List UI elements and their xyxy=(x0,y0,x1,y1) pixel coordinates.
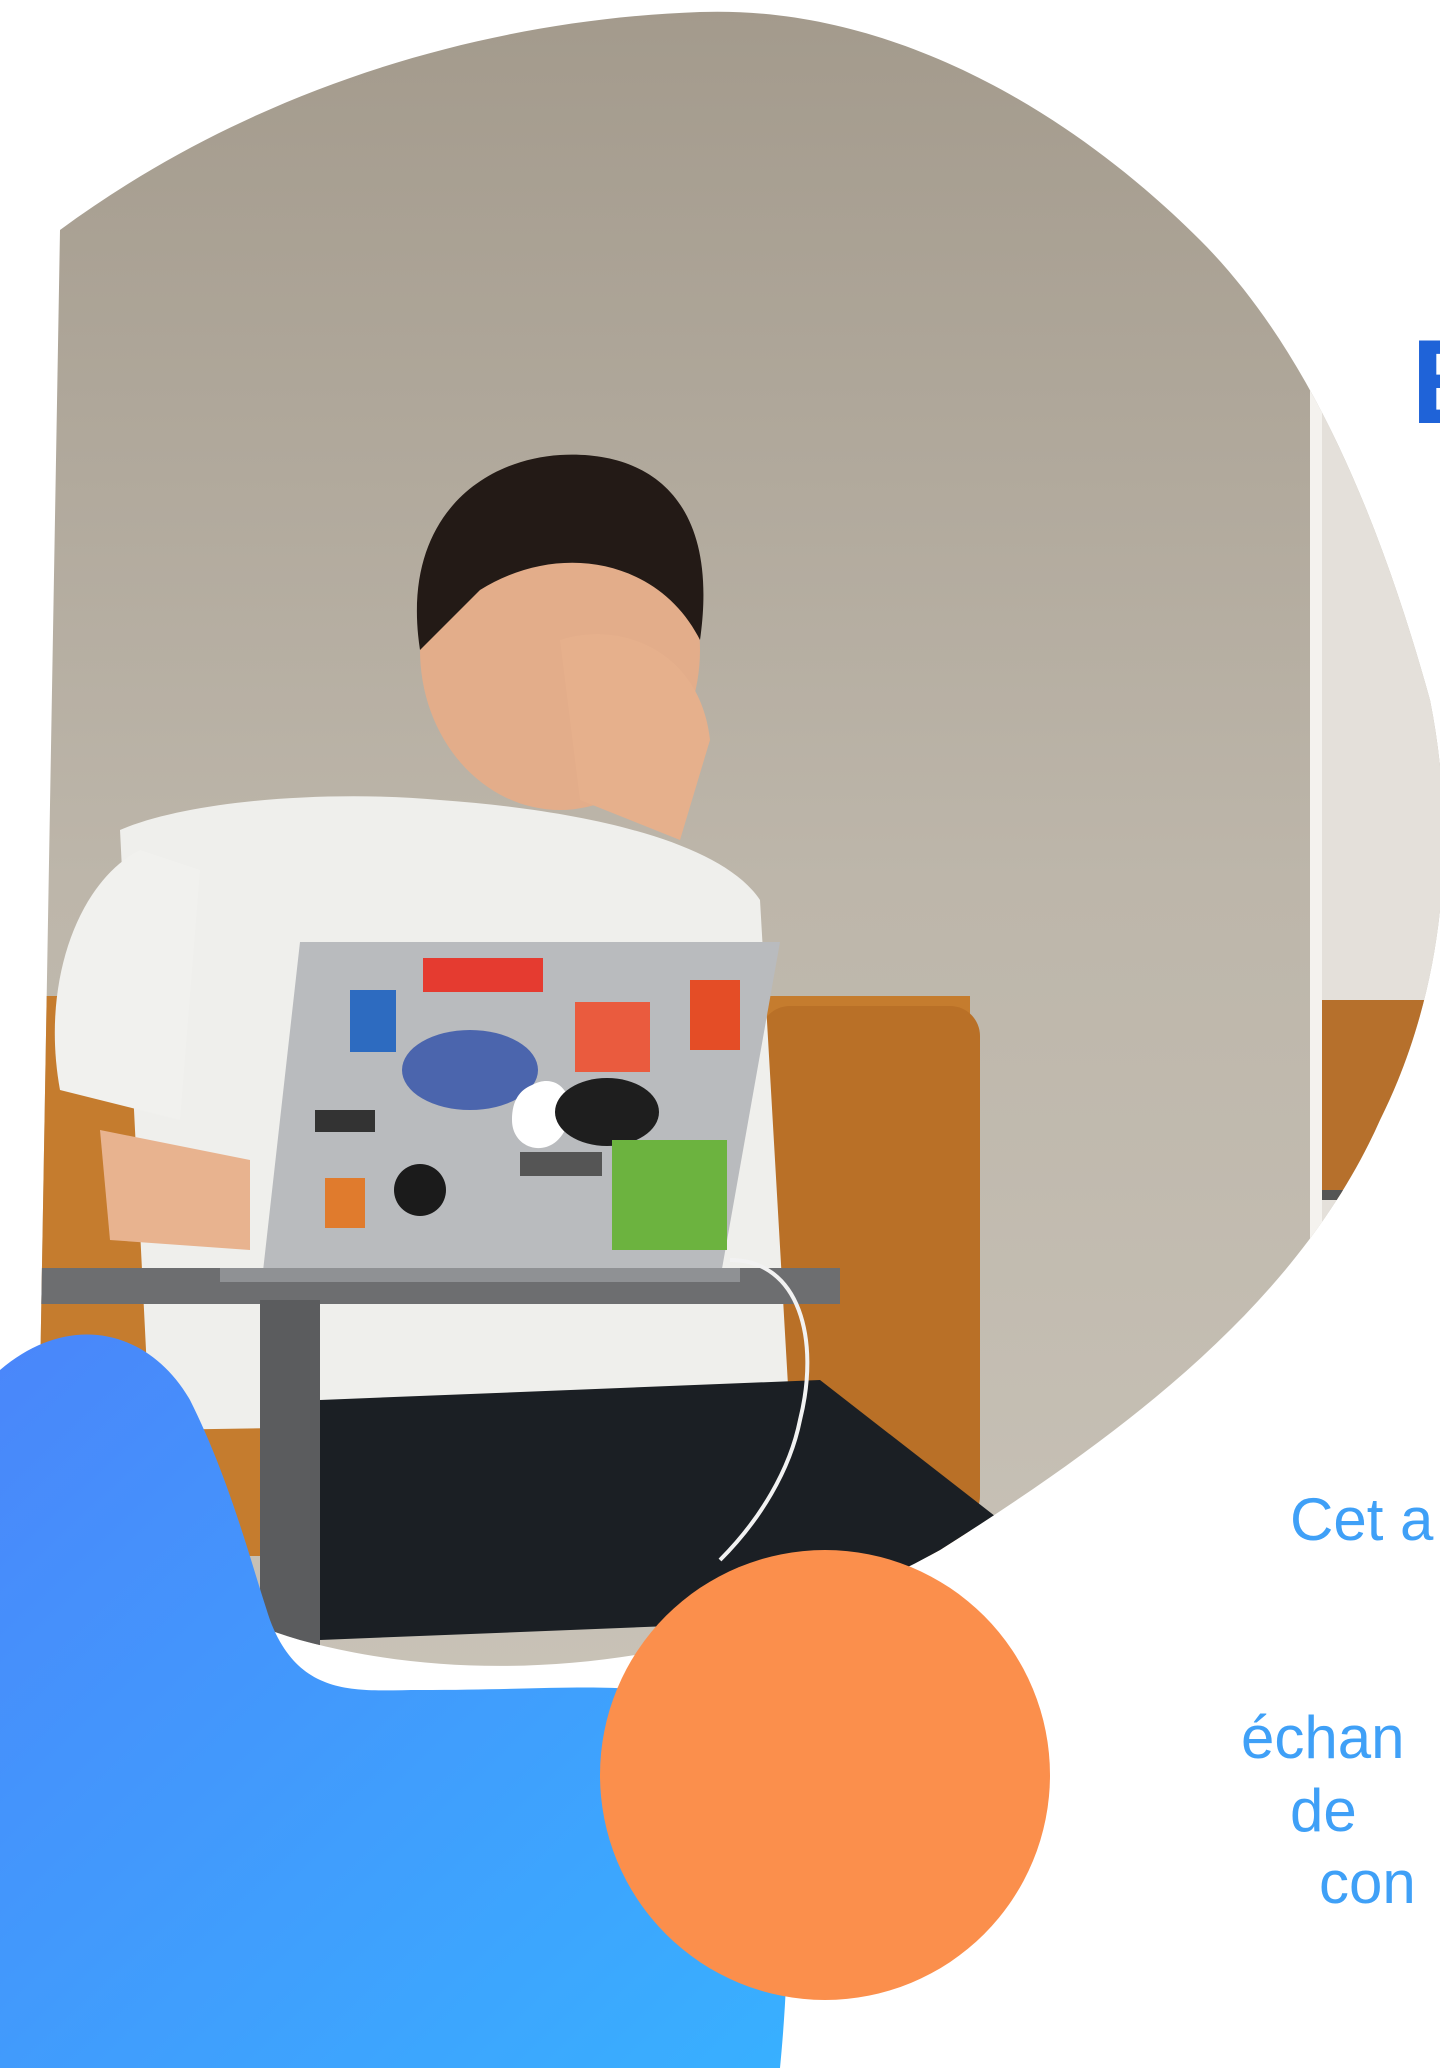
body-text-line: con xyxy=(1319,1849,1416,1916)
sticker-html5 xyxy=(690,980,740,1050)
orange-circle xyxy=(600,1550,1050,2000)
laptop-base xyxy=(220,1268,740,1282)
side-table xyxy=(1322,1190,1440,1200)
sticker-octocat xyxy=(394,1164,446,1216)
sticker-nodejs xyxy=(520,1152,602,1176)
sticker-laracon xyxy=(555,1078,659,1146)
sticker-security xyxy=(423,958,543,992)
wall-edge xyxy=(1310,300,1322,1300)
hero-illustration xyxy=(0,11,1440,2068)
side-sofa xyxy=(1322,1000,1440,1200)
body-text-line: de xyxy=(1290,1777,1357,1844)
sticker-node xyxy=(612,1140,727,1250)
sticker-stack xyxy=(325,1178,365,1228)
body-text-line: échan xyxy=(1241,1704,1405,1771)
heading-fragment: E xyxy=(1411,322,1440,442)
sticker-quiet xyxy=(575,1002,650,1072)
sticker-git xyxy=(315,1110,375,1132)
sticker-css xyxy=(350,990,396,1052)
body-text-line: Cet a xyxy=(1290,1486,1434,1553)
